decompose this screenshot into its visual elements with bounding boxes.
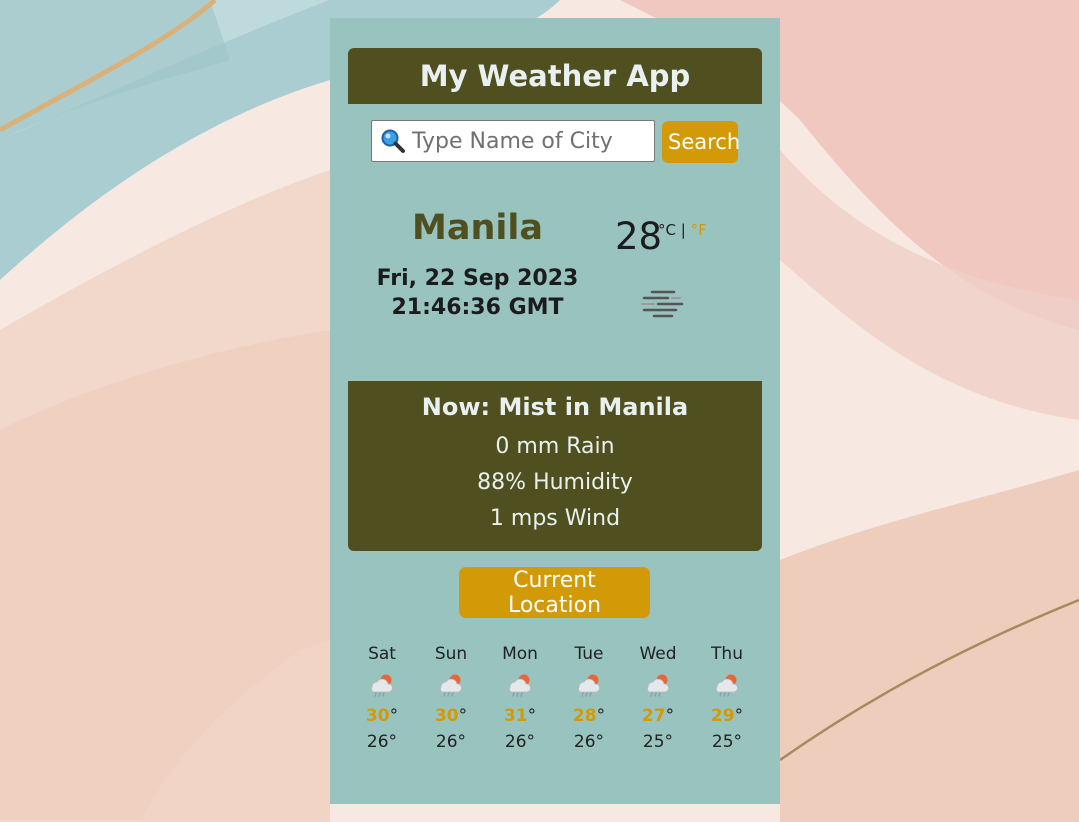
forecast-low: 26°	[573, 732, 605, 752]
forecast-day-name: Thu	[711, 644, 743, 664]
current-temperature: 28	[615, 215, 663, 258]
current-time: 21:46:36 GMT	[391, 295, 564, 320]
forecast-high: 28	[572, 706, 597, 726]
rain-sun-icon	[367, 672, 397, 698]
unit-separator: |	[680, 221, 686, 239]
rain-sun-icon	[505, 672, 535, 698]
forecast-low: 25°	[642, 732, 674, 752]
forecast-low: 25°	[711, 732, 743, 752]
current-conditions-panel: Now: Mist in Manila 0 mm Rain 88% Humidi…	[348, 381, 762, 551]
forecast-high: 30	[365, 706, 390, 726]
forecast-low: 26°	[504, 732, 536, 752]
app-title: My Weather App	[419, 59, 691, 93]
forecast-high: 27	[641, 706, 666, 726]
rain-sun-icon	[574, 672, 604, 698]
mist-icon	[638, 288, 686, 324]
wind-value: 1 mps Wind	[489, 506, 621, 531]
search-box[interactable]	[371, 120, 655, 162]
search-icon	[380, 128, 406, 154]
forecast-high: 29	[710, 706, 735, 726]
forecast-day-name: Sat	[368, 644, 396, 664]
fahrenheit-link[interactable]: °F	[691, 221, 707, 239]
forecast-day-name: Wed	[639, 644, 677, 664]
forecast-day: Sun 30° 26°	[421, 644, 481, 752]
rain-sun-icon	[643, 672, 673, 698]
weather-card: My Weather App Search Manila Fri, 22 Sep…	[330, 18, 780, 804]
forecast-day: Thu 29° 25°	[697, 644, 757, 752]
forecast-low: 26°	[435, 732, 467, 752]
current-date: Fri, 22 Sep 2023	[376, 266, 579, 291]
search-input[interactable]	[406, 122, 654, 160]
forecast-day-name: Tue	[574, 644, 604, 664]
celsius-link[interactable]: °C	[658, 221, 676, 239]
date-time: Fri, 22 Sep 2023 21:46:36 GMT	[330, 264, 625, 322]
current-location-button[interactable]: Current Location	[459, 567, 650, 618]
forecast-day: Mon 31° 26°	[490, 644, 550, 752]
forecast-low: 26°	[366, 732, 398, 752]
forecast-day: Wed 27° 25°	[628, 644, 688, 752]
forecast-day-name: Sun	[434, 644, 468, 664]
app-header: My Weather App	[348, 48, 762, 104]
city-name: Manila	[412, 208, 543, 248]
unit-toggle: °C | °F	[658, 221, 707, 239]
forecast-strip: Sat 30° 26° Sun 30° 26° Mon 31° 26° Tue …	[348, 644, 762, 774]
humidity-value: 88% Humidity	[477, 470, 633, 495]
forecast-day: Sat 30° 26°	[352, 644, 412, 752]
rain-sun-icon	[712, 672, 742, 698]
rain-sun-icon	[436, 672, 466, 698]
forecast-high: 31	[503, 706, 528, 726]
rain-value: 0 mm Rain	[495, 434, 615, 459]
forecast-day-name: Mon	[502, 644, 538, 664]
forecast-high: 30	[434, 706, 459, 726]
conditions-title: Now: Mist in Manila	[421, 393, 689, 421]
forecast-day: Tue 28° 26°	[559, 644, 619, 752]
search-button[interactable]: Search	[662, 121, 740, 163]
